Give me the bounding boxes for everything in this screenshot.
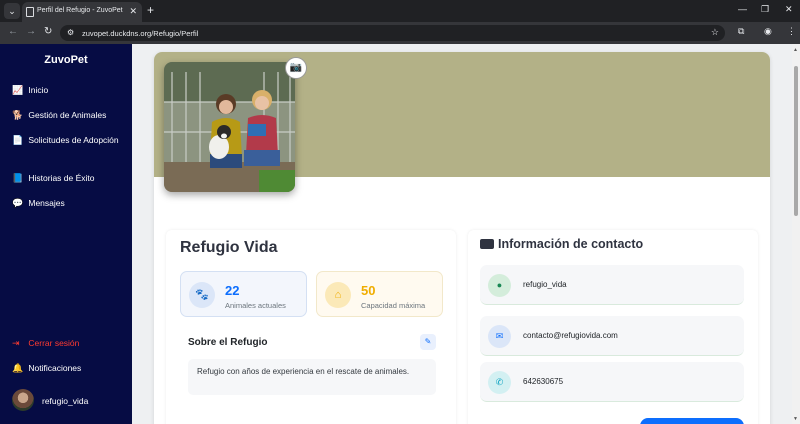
main-content: 📷 Refugio Vida 🐾 22 Animales actuales ⌂ … bbox=[132, 44, 792, 424]
url-text: zuvopet.duckdns.org/Refugio/Perfil bbox=[82, 29, 199, 38]
tab-close-icon[interactable]: ✕ bbox=[129, 6, 137, 17]
document-icon: 📄 bbox=[12, 135, 24, 145]
brand-logo-text[interactable]: ZuvoPet bbox=[0, 54, 132, 66]
id-card-icon bbox=[480, 239, 494, 249]
contact-title-text: Información de contacto bbox=[498, 237, 644, 251]
stat-value: 22 bbox=[225, 283, 240, 298]
user-name[interactable]: refugio_vida bbox=[42, 396, 88, 406]
profile-card: 📷 Refugio Vida 🐾 22 Animales actuales ⌂ … bbox=[154, 52, 770, 424]
dog-icon: 🐕 bbox=[12, 110, 24, 120]
stat-label: Capacidad máxima bbox=[361, 301, 426, 310]
scrollbar-thumb[interactable] bbox=[794, 66, 798, 216]
sidebar-item-label: Inicio bbox=[28, 85, 49, 95]
about-title: Sobre el Refugio bbox=[188, 337, 268, 348]
current-animals-stat: 🐾 22 Animales actuales bbox=[180, 271, 307, 317]
sidebar-item-label: Solicitudes de Adopción bbox=[28, 135, 119, 145]
contact-action-button[interactable] bbox=[640, 418, 744, 424]
book-icon: 📘 bbox=[12, 173, 24, 183]
paw-icon: 🐾 bbox=[189, 282, 215, 308]
scroll-down-arrow-icon[interactable]: ▼ bbox=[793, 416, 798, 422]
sidebar-item-label: Historias de Éxito bbox=[28, 173, 95, 183]
contact-phone: 642630675 bbox=[523, 377, 564, 386]
profile-icon[interactable]: ◉ bbox=[764, 26, 772, 37]
notifications-label: Notificaciones bbox=[28, 363, 82, 373]
envelope-icon: ✉ bbox=[488, 325, 511, 348]
contact-row-email: ✉ contacto@refugiovida.com bbox=[480, 316, 744, 356]
browser-address-bar: ← → ↻ ⚙ zuvopet.duckdns.org/Refugio/Perf… bbox=[0, 22, 800, 44]
bell-icon: 🔔 bbox=[12, 363, 24, 373]
profile-photo bbox=[164, 62, 295, 192]
profile-photo-image bbox=[164, 62, 295, 192]
sidebar-item-label: Mensajes bbox=[28, 198, 65, 208]
sidebar: ZuvoPet 📈 Inicio 🐕 Gestión de Animales 📄… bbox=[0, 44, 132, 424]
sidebar-item-historias[interactable]: 📘 Historias de Éxito bbox=[12, 172, 127, 184]
page-scrollbar[interactable]: ▲ ▼ bbox=[792, 44, 800, 424]
about-text: Refugio con años de experiencia en el re… bbox=[197, 367, 410, 376]
home-icon: ⌂ bbox=[325, 282, 351, 308]
contact-title: Información de contacto bbox=[480, 237, 643, 251]
contact-username: refugio_vida bbox=[523, 280, 567, 289]
sidebar-item-gestion-animales[interactable]: 🐕 Gestión de Animales bbox=[12, 109, 127, 121]
shelter-name: Refugio Vida bbox=[180, 239, 278, 256]
page-favicon-icon bbox=[26, 7, 34, 17]
scroll-up-arrow-icon[interactable]: ▲ bbox=[793, 47, 798, 53]
tab-title: Perfil del Refugio - ZuvoPet bbox=[37, 7, 123, 14]
phone-icon: ✆ bbox=[488, 371, 511, 394]
window-close-icon[interactable]: ✕ bbox=[785, 4, 793, 15]
browser-tab[interactable]: Perfil del Refugio - ZuvoPet ✕ bbox=[22, 2, 142, 22]
forward-arrow-icon[interactable]: → bbox=[26, 26, 36, 37]
logout-label: Cerrar sesión bbox=[28, 338, 80, 348]
logout-button[interactable]: ⇥ Cerrar sesión bbox=[12, 337, 127, 349]
bookmark-star-icon[interactable]: ☆ bbox=[711, 27, 719, 38]
user-avatar[interactable] bbox=[12, 389, 34, 411]
user-icon: ● bbox=[488, 274, 511, 297]
site-info-icon[interactable]: ⚙ bbox=[67, 28, 74, 37]
change-photo-camera-icon[interactable]: 📷 bbox=[285, 57, 307, 79]
sidebar-item-solicitudes[interactable]: 📄 Solicitudes de Adopción bbox=[12, 134, 127, 146]
notifications-button[interactable]: 🔔 Notificaciones bbox=[12, 362, 127, 374]
max-capacity-stat: ⌂ 50 Capacidad máxima bbox=[316, 271, 443, 317]
url-omnibox[interactable]: ⚙ zuvopet.duckdns.org/Refugio/Perfil ☆ bbox=[60, 25, 725, 41]
reload-icon[interactable]: ↻ bbox=[44, 26, 52, 37]
browser-tab-bar: ⌄ Perfil del Refugio - ZuvoPet ✕ + — ❐ ✕ bbox=[0, 0, 800, 22]
contact-info-panel: Información de contacto ● refugio_vida ✉… bbox=[468, 230, 758, 424]
logout-icon: ⇥ bbox=[12, 338, 20, 348]
minimize-icon[interactable]: — bbox=[738, 4, 747, 14]
shelter-info-panel: Refugio Vida 🐾 22 Animales actuales ⌂ 50… bbox=[166, 230, 456, 424]
stat-label: Animales actuales bbox=[225, 301, 286, 310]
contact-email: contacto@refugiovida.com bbox=[523, 331, 618, 340]
new-tab-plus-icon[interactable]: + bbox=[147, 3, 154, 17]
chart-line-icon: 📈 bbox=[12, 85, 24, 95]
chat-bubbles-icon: 💬 bbox=[12, 198, 24, 208]
sidebar-item-mensajes[interactable]: 💬 Mensajes bbox=[12, 197, 127, 209]
sidebar-item-inicio[interactable]: 📈 Inicio bbox=[12, 84, 127, 96]
sidebar-item-label: Gestión de Animales bbox=[28, 110, 107, 120]
about-box: Refugio con años de experiencia en el re… bbox=[188, 359, 436, 395]
back-arrow-icon[interactable]: ← bbox=[8, 26, 18, 37]
restore-icon[interactable]: ❐ bbox=[761, 4, 769, 15]
contact-row-username: ● refugio_vida bbox=[480, 265, 744, 305]
stat-value: 50 bbox=[361, 283, 376, 298]
contact-row-phone: ✆ 642630675 bbox=[480, 362, 744, 402]
extensions-puzzle-icon[interactable]: ⧉ bbox=[738, 26, 744, 37]
edit-about-button[interactable]: ✎ bbox=[420, 334, 436, 350]
browser-menu-icon[interactable]: ⋮ bbox=[787, 26, 796, 37]
tab-search-chevron-icon[interactable]: ⌄ bbox=[4, 3, 20, 19]
